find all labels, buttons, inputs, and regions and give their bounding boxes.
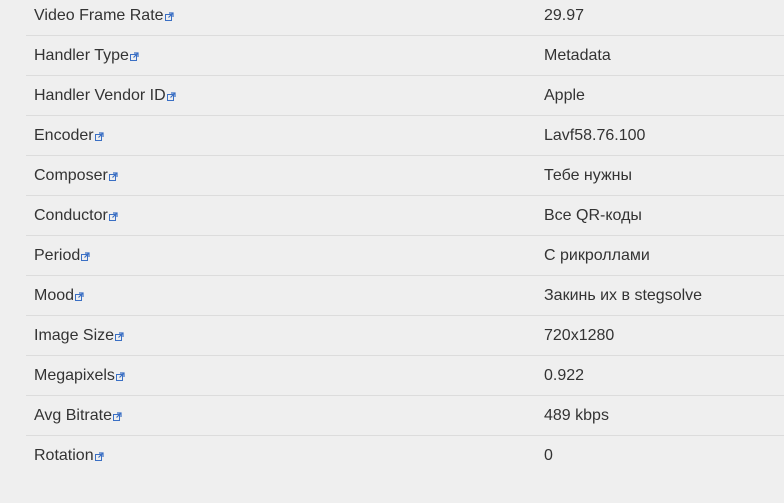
metadata-table: Video Frame Rate 29.97 Handler Type Meta… [26,0,784,475]
external-link-icon[interactable] [94,452,104,461]
metadata-value: 29.97 [544,7,585,24]
external-link-icon[interactable] [115,332,124,341]
metadata-value: Apple [544,87,585,104]
metadata-row: Handler Type Metadata [26,36,784,76]
metadata-row: Conductor Все QR-коды [26,196,784,236]
metadata-row: Encoder Lavf58.76.100 [26,116,784,156]
metadata-key: Avg Bitrate [34,396,122,435]
external-link-icon[interactable] [112,412,122,421]
metadata-value: 720x1280 [544,327,615,344]
metadata-row: Composer Тебе нужны [26,156,784,196]
metadata-key: Composer [34,156,118,195]
metadata-row: Megapixels 0.922 [26,356,784,396]
external-link-icon[interactable] [164,12,174,21]
external-link-icon[interactable] [166,92,176,101]
metadata-row: Handler Vendor ID Apple [26,76,784,116]
metadata-key: Video Frame Rate [34,0,174,35]
metadata-key: Image Size [34,316,124,355]
external-link-icon[interactable] [75,292,84,301]
metadata-row: Mood Закинь их в stegsolve [26,276,784,316]
metadata-value: 0 [544,447,553,464]
external-link-icon[interactable] [108,212,118,221]
metadata-row: Avg Bitrate 489 kbps [26,396,784,436]
metadata-value: Тебе нужны [544,167,632,184]
metadata-row: Video Frame Rate 29.97 [26,0,784,36]
metadata-value: Закинь их в stegsolve [544,287,703,304]
metadata-value: 489 kbps [544,407,609,424]
metadata-key: Rotation [34,436,104,475]
metadata-key: Mood [34,276,84,315]
external-link-icon[interactable] [81,252,90,261]
metadata-key: Conductor [34,196,118,235]
metadata-key: Handler Type [34,36,139,75]
metadata-value: Metadata [544,47,611,64]
metadata-value: С рикроллами [544,247,650,264]
metadata-row: Image Size 720x1280 [26,316,784,356]
external-link-icon[interactable] [94,132,104,141]
metadata-key: Period [34,236,90,275]
metadata-key: Megapixels [34,356,125,395]
metadata-key: Handler Vendor ID [34,76,176,115]
external-link-icon[interactable] [108,172,118,181]
external-link-icon[interactable] [115,372,125,381]
metadata-row: Rotation 0 [26,436,784,475]
metadata-value: 0.922 [544,367,585,384]
metadata-row: Period С рикроллами [26,236,784,276]
metadata-value: Lavf58.76.100 [544,127,646,144]
metadata-key: Encoder [34,116,104,155]
external-link-icon[interactable] [129,52,139,61]
metadata-value: Все QR-коды [544,207,642,224]
